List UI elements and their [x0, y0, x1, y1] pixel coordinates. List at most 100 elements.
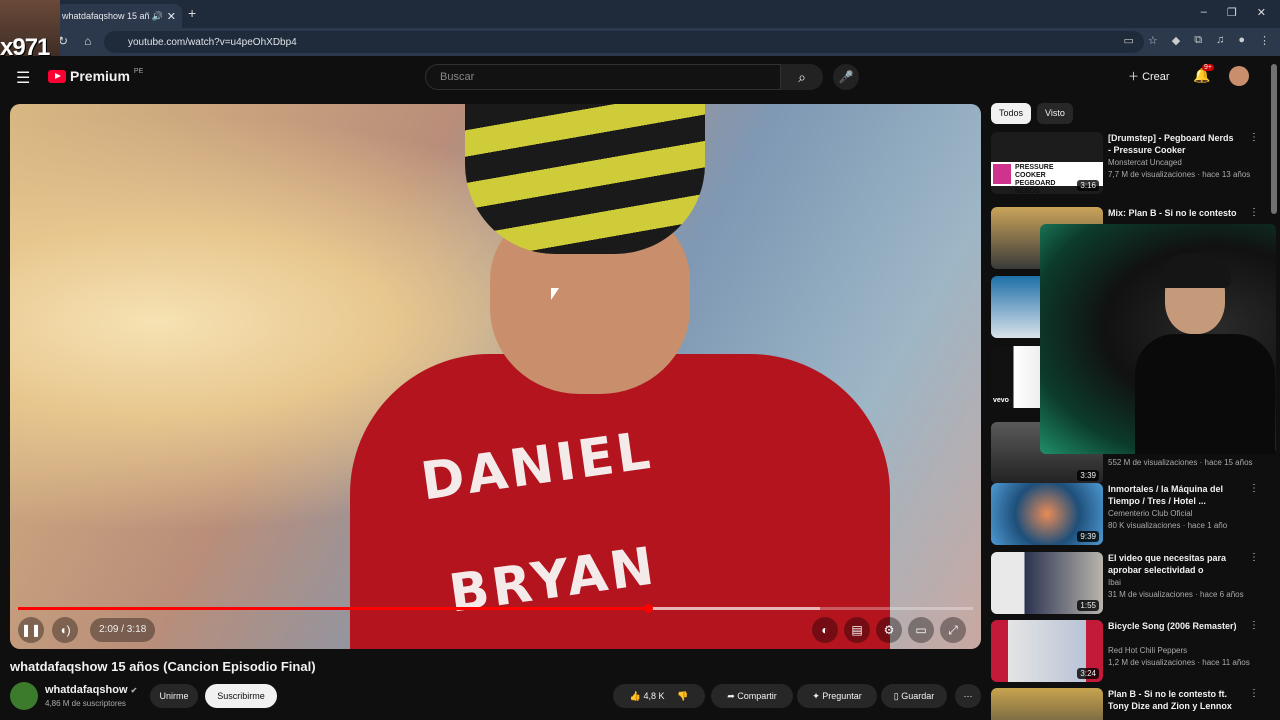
list-item[interactable]: PRESSURE COOKER PEGBOARD NERDS 3:16 [Dru…: [991, 132, 1261, 196]
ask-button[interactable]: ✦ Preguntar: [797, 684, 877, 708]
video-item-channel: Monstercat Uncaged: [1108, 158, 1182, 167]
kebab-menu-icon[interactable]: ⋮: [1249, 483, 1259, 494]
browser-nav: ↻ ⌂: [58, 34, 91, 48]
browser-tab-bar: whatdafaqshow 15 añ 🔊 ✕ + – ❐ ✕: [0, 0, 1280, 28]
kebab-menu-icon[interactable]: ⋮: [1249, 132, 1259, 143]
chip-todos[interactable]: Todos: [991, 103, 1032, 124]
speaker-icon[interactable]: 🔊: [152, 11, 163, 22]
bookmark-star-icon[interactable]: ☆: [1148, 34, 1158, 47]
voice-search-button[interactable]: 🎤: [833, 64, 859, 90]
duration-badge: 3:16: [1077, 180, 1099, 191]
seek-bar[interactable]: [18, 604, 973, 613]
autoplay-toggle[interactable]: ◐: [812, 617, 838, 643]
search-button[interactable]: ⌕: [781, 64, 823, 90]
notification-badge: 9+: [1202, 64, 1214, 71]
toggle-icon: ◐: [821, 623, 829, 637]
list-item[interactable]: Plan B - Si no le contesto ft. Tony Dize…: [991, 688, 1261, 720]
streamer-figure: [1135, 254, 1275, 454]
list-item[interactable]: 1:55 El video que necesitas para aprobar…: [991, 552, 1261, 616]
mouse-cursor: [551, 288, 559, 300]
youtube-header: ☰ Premium PE Buscar ⌕ 🎤 ＋ Crear 🔔 9+: [0, 56, 1280, 100]
profile-icon[interactable]: ●: [1238, 34, 1245, 47]
search-icon: ⌕: [798, 69, 806, 85]
theater-mode-button[interactable]: ▭: [908, 617, 934, 643]
save-label: Guardar: [901, 691, 935, 701]
browser-tab[interactable]: whatdafaqshow 15 añ 🔊 ✕: [56, 4, 182, 28]
close-tab-icon[interactable]: ✕: [167, 10, 176, 23]
channel-avatar[interactable]: [10, 682, 38, 710]
subscribe-button[interactable]: Suscribirme: [205, 684, 277, 708]
account-avatar[interactable]: [1229, 66, 1249, 86]
video-item-channel: Ibai: [1108, 578, 1121, 587]
streamer-hair: [1159, 254, 1231, 288]
restore-icon[interactable]: ❐: [1227, 6, 1237, 19]
kebab-menu-icon[interactable]: ⋮: [1249, 552, 1259, 563]
like-dislike-group: 👍 4,8 K 👎: [613, 684, 705, 708]
subtitles-icon: ▤: [851, 623, 863, 637]
browser-menu-icon[interactable]: ⋮: [1259, 34, 1270, 47]
kebab-menu-icon[interactable]: ⋮: [1249, 207, 1259, 218]
streamer-webcam-overlay: x971: [0, 0, 60, 62]
kebab-menu-icon[interactable]: ⋮: [1249, 688, 1259, 699]
video-thumbnail[interactable]: 9:39: [991, 483, 1103, 545]
video-thumbnail[interactable]: 3:24: [991, 620, 1103, 682]
video-player[interactable]: DANIEL BRYAN ❚❚ ◖) 2:09 / 3:18 ◐ ▤ ⚙ ▭ ⤢: [10, 104, 981, 649]
url-input[interactable]: youtube.com/watch?v=u4peOhXDbp4: [104, 31, 1144, 53]
list-item[interactable]: 3:24 Bicycle Song (2006 Remaster) Red Ho…: [991, 620, 1261, 684]
volume-icon: ◖): [59, 623, 71, 637]
pause-icon: ❚❚: [20, 623, 42, 637]
logo-text: Premium: [70, 68, 130, 84]
media-icon[interactable]: ♫: [1216, 34, 1224, 47]
video-item-meta: 7,7 M de visualizaciones · hace 13 años: [1108, 170, 1251, 179]
puzzle-icon[interactable]: ⧉: [1194, 34, 1202, 47]
video-item-title: Inmortales / la Máquina del Tiempo / Tre…: [1108, 484, 1224, 506]
youtube-logo[interactable]: Premium PE: [48, 68, 143, 84]
theater-icon: ▭: [915, 623, 927, 637]
sidebar-scrollbar[interactable]: [1271, 64, 1277, 214]
notifications-button[interactable]: 🔔 9+: [1193, 64, 1214, 84]
subtitles-button[interactable]: ▤: [844, 617, 870, 643]
new-tab-button[interactable]: +: [188, 5, 196, 21]
share-icon: ➦: [727, 691, 738, 701]
home-icon[interactable]: ⌂: [84, 34, 91, 48]
video-item-title: El video que necesitas para aprobar sele…: [1108, 553, 1227, 575]
video-thumbnail[interactable]: PRESSURE COOKER PEGBOARD NERDS 3:16: [991, 132, 1103, 194]
tab-title: whatdafaqshow 15 añ: [62, 11, 150, 21]
chip-visto[interactable]: Visto: [1037, 103, 1073, 124]
list-item[interactable]: 9:39 Inmortales / la Máquina del Tiempo …: [991, 483, 1261, 547]
volume-button[interactable]: ◖): [52, 617, 78, 643]
close-window-icon[interactable]: ✕: [1257, 6, 1266, 19]
kebab-menu-icon[interactable]: ⋮: [1249, 620, 1259, 631]
create-button[interactable]: ＋ Crear: [1128, 68, 1170, 84]
streamer-webcam-feed: [1040, 224, 1276, 454]
share-label: Compartir: [737, 691, 777, 701]
video-frame-beanie: [465, 104, 705, 254]
minimize-icon[interactable]: –: [1201, 6, 1207, 19]
more-icon: ⋯: [963, 691, 973, 701]
streamer-body: [1135, 334, 1275, 454]
fullscreen-button[interactable]: ⤢: [940, 617, 966, 643]
dislike-button[interactable]: 👎: [677, 691, 688, 701]
sparkle-icon: ✦: [812, 691, 823, 701]
share-button[interactable]: ➦ Compartir: [711, 684, 793, 708]
cast-icon[interactable]: ▭: [1123, 34, 1133, 47]
hamburger-menu-icon[interactable]: ☰: [16, 68, 30, 88]
gear-icon: ⚙: [883, 623, 895, 637]
settings-button[interactable]: ⚙: [876, 617, 902, 643]
pause-button[interactable]: ❚❚: [18, 617, 44, 643]
video-item-meta: 552 M de visualizaciones · hace 15 años: [1108, 458, 1253, 467]
search-input[interactable]: Buscar: [425, 64, 781, 90]
video-item-meta: 1,2 M de visualizaciones · hace 11 años: [1108, 658, 1250, 667]
video-thumbnail[interactable]: [991, 688, 1103, 720]
join-button[interactable]: Unirme: [150, 684, 198, 708]
like-button[interactable]: 👍 4,8 K: [630, 691, 665, 701]
video-thumbnail[interactable]: 1:55: [991, 552, 1103, 614]
channel-name[interactable]: whatdafaqshow ✔: [45, 684, 137, 696]
album-art: [993, 164, 1011, 184]
video-item-title: Bicycle Song (2006 Remaster): [1108, 621, 1237, 631]
extension-icon[interactable]: ◆: [1172, 34, 1180, 47]
url-text: youtube.com/watch?v=u4peOhXDbp4: [128, 36, 297, 48]
more-actions-button[interactable]: ⋯: [955, 684, 981, 708]
create-label: Crear: [1142, 71, 1170, 83]
save-button[interactable]: ▯ Guardar: [881, 684, 947, 708]
